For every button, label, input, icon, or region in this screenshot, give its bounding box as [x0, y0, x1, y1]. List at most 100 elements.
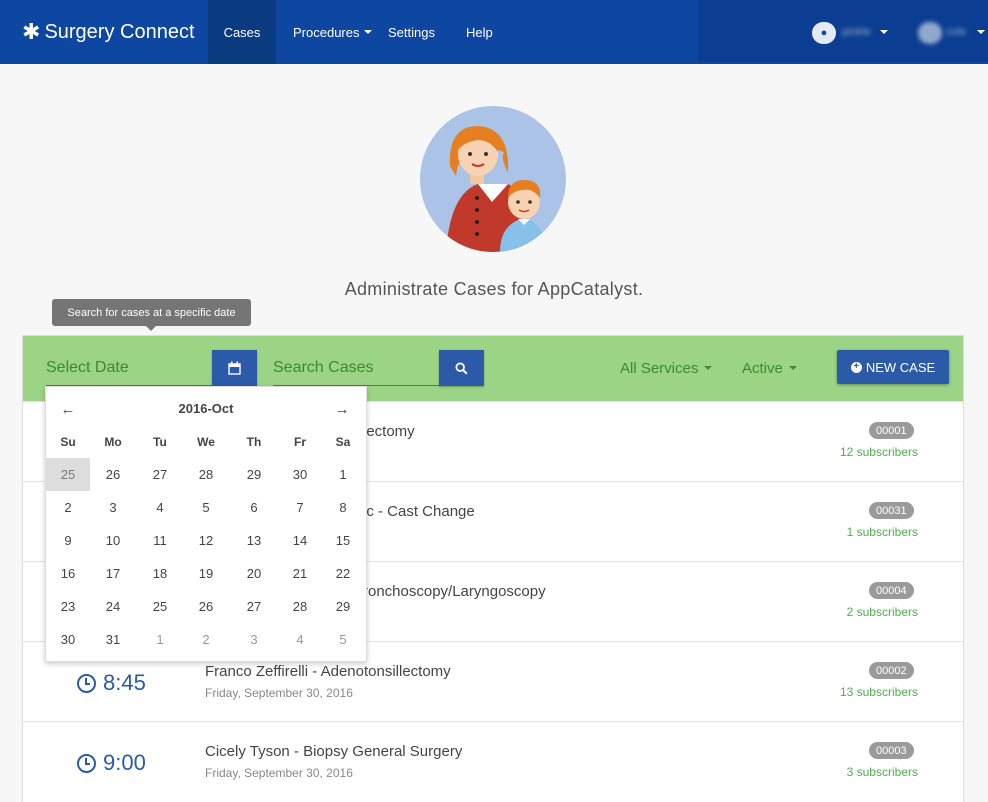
datepicker-day[interactable]: 13 [232, 524, 276, 557]
datepicker-day[interactable]: 25 [46, 458, 90, 491]
arrow-right-icon[interactable]: → [332, 399, 352, 419]
case-id-badge: 00004 [869, 582, 914, 599]
case-time-label: 8:45 [103, 670, 146, 695]
datepicker-day[interactable]: 15 [321, 524, 365, 557]
datepicker-weekday: Mo [104, 434, 122, 449]
datepicker-day[interactable]: 29 [321, 590, 365, 623]
datepicker-day[interactable]: 11 [138, 524, 182, 557]
case-title: Franco Zeffirelli - Adenotonsillectomy [205, 663, 451, 680]
search-input[interactable]: Search Cases [273, 350, 439, 386]
datepicker-day[interactable]: 3 [232, 623, 276, 656]
clock-icon [77, 753, 96, 773]
datepicker-weekday: Fr [294, 434, 306, 449]
datepicker-day[interactable]: 5 [184, 491, 228, 524]
page-title: Administrate Cases for AppCatalyst. [344, 279, 644, 299]
user-caret-icon[interactable] [977, 30, 985, 34]
datepicker-weekday: We [197, 434, 215, 449]
arrow-left-icon[interactable]: ← [58, 399, 78, 419]
case-subscribers[interactable]: 2 subscribers [847, 605, 918, 619]
case-subscribers[interactable]: 3 subscribers [847, 765, 918, 779]
top-navbar: ✱ Surgery Connect Cases Procedures Setti… [0, 0, 988, 64]
date-input[interactable]: Select Date [46, 350, 213, 386]
datepicker-day[interactable]: 9 [46, 524, 90, 557]
datepicker-day[interactable]: 10 [91, 524, 135, 557]
nav-help[interactable]: Help [466, 0, 493, 64]
nav-divider [698, 62, 988, 64]
datepicker-day[interactable]: 28 [184, 458, 228, 491]
nav-settings[interactable]: Settings [388, 0, 435, 64]
nav-procedures[interactable]: Procedures [293, 0, 373, 64]
datepicker-day[interactable]: 17 [91, 557, 135, 590]
case-time: 8:45 [77, 670, 146, 696]
datepicker-day[interactable]: 8 [321, 491, 365, 524]
datepicker-popup: ← 2016-Oct → Su Mo Tu We Th Fr Sa 25 26 27 28 29 30 1… [45, 386, 367, 662]
clock-icon [77, 673, 96, 693]
calendar-button[interactable] [212, 350, 257, 386]
case-subscribers[interactable]: 1 subscribers [847, 525, 918, 539]
nav-cases-label: Cases [223, 24, 261, 40]
brand-logo[interactable]: ✱ Surgery Connect [22, 0, 195, 64]
caret-down-icon [788, 366, 797, 370]
datepicker-day[interactable]: 27 [232, 590, 276, 623]
search-icon [455, 361, 468, 375]
datepicker-day[interactable]: 24 [91, 590, 135, 623]
datepicker-day[interactable]: 5 [321, 623, 365, 656]
nav-cases[interactable]: Cases [208, 0, 276, 64]
datepicker-day[interactable]: 3 [91, 491, 135, 524]
datepicker-weekday: Tu [153, 434, 167, 449]
case-id-badge: 00001 [869, 422, 914, 439]
case-subscribers[interactable]: 13 subscribers [840, 685, 918, 699]
location-caret-icon[interactable] [880, 30, 888, 34]
datepicker-day[interactable]: 1 [138, 623, 182, 656]
user-avatar[interactable] [918, 22, 942, 44]
location-pin-icon[interactable]: ● [812, 22, 836, 44]
search-input-placeholder: Search Cases [273, 358, 374, 376]
datepicker-day[interactable]: 6 [232, 491, 276, 524]
datepicker-day[interactable]: 20 [232, 557, 276, 590]
datepicker-day[interactable]: 16 [46, 557, 90, 590]
datepicker-day[interactable]: 25 [138, 590, 182, 623]
services-filter-dropdown[interactable]: All Services [620, 356, 713, 380]
case-row[interactable]: 9:00 Cicely Tyson - Biopsy General Surge… [23, 721, 963, 801]
datepicker-month-title[interactable]: 2016-Oct [106, 401, 306, 416]
datepicker-day[interactable]: 2 [46, 491, 90, 524]
datepicker-day[interactable]: 21 [278, 557, 322, 590]
datepicker-day[interactable]: 26 [91, 458, 135, 491]
datepicker-day[interactable]: 30 [278, 458, 322, 491]
datepicker-day[interactable]: 18 [138, 557, 182, 590]
datepicker-day[interactable]: 27 [138, 458, 182, 491]
datepicker-day[interactable]: 1 [321, 458, 365, 491]
datepicker-day[interactable]: 14 [278, 524, 322, 557]
location-label[interactable]: pinkle [842, 26, 871, 38]
datepicker-day[interactable]: 22 [321, 557, 365, 590]
datepicker-day[interactable]: 19 [184, 557, 228, 590]
services-filter-label: All Services [620, 359, 699, 377]
new-case-button[interactable]: + NEW CASE [837, 350, 949, 384]
case-title: ronchoscopy/Laryngoscopy [363, 583, 546, 600]
case-time-label: 9:00 [103, 750, 146, 775]
datepicker-day[interactable]: 23 [46, 590, 90, 623]
status-filter-dropdown[interactable]: Active [742, 356, 797, 380]
datepicker-day[interactable]: 28 [278, 590, 322, 623]
datepicker-day[interactable]: 31 [91, 623, 135, 656]
datepicker-day[interactable]: 29 [232, 458, 276, 491]
case-title: lectomy [363, 423, 415, 440]
datepicker-day[interactable]: 4 [278, 623, 322, 656]
datepicker-day[interactable]: 12 [184, 524, 228, 557]
datepicker-day[interactable]: 7 [278, 491, 322, 524]
search-button[interactable] [439, 350, 484, 386]
nav-settings-label: Settings [388, 24, 435, 40]
datepicker-day[interactable]: 30 [46, 623, 90, 656]
case-id-badge: 00031 [869, 502, 914, 519]
nav-help-label: Help [466, 24, 493, 40]
date-input-placeholder: Select Date [46, 358, 129, 376]
case-time: 9:00 [77, 750, 146, 776]
caret-down-icon [704, 366, 713, 370]
case-subscribers[interactable]: 12 subscribers [840, 445, 918, 459]
asterisk-icon: ✱ [22, 19, 41, 44]
datepicker-header: ← 2016-Oct → [46, 395, 366, 423]
user-label[interactable]: cole [946, 26, 966, 38]
datepicker-day[interactable]: 2 [184, 623, 228, 656]
datepicker-day[interactable]: 26 [184, 590, 228, 623]
datepicker-day[interactable]: 4 [138, 491, 182, 524]
